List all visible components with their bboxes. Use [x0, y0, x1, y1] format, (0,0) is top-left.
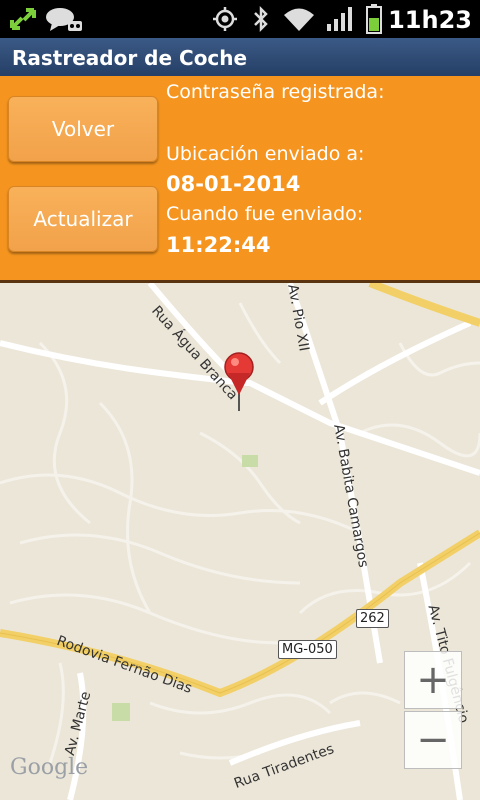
info-panel: Volver Actualizar Contraseña registrada:… [0, 76, 480, 283]
date-value: 08-01-2014 [166, 172, 301, 196]
chat-icon [46, 8, 82, 31]
wifi-icon [284, 8, 314, 31]
map-view[interactable]: Rua Água Branca Av. Pio XII Av. Babita C… [0, 283, 480, 800]
bluetooth-icon [254, 5, 268, 33]
update-button[interactable]: Actualizar [8, 186, 158, 252]
status-bar: 11h23 [0, 0, 480, 38]
usb-sync-icon [10, 8, 36, 30]
location-label: Ubicación enviado a: [166, 143, 365, 165]
when-label: Cuando fue enviado: [166, 203, 364, 225]
zoom-out-button[interactable]: − [404, 711, 462, 769]
signal-icon [327, 7, 352, 31]
route-shield-mg050: MG-050 [278, 640, 337, 659]
app-title: Rastreador de Coche [12, 46, 248, 70]
status-time: 11h23 [388, 6, 472, 34]
google-attribution: Google [10, 755, 89, 780]
time-value: 11:22:44 [166, 233, 271, 257]
gps-icon [213, 7, 237, 31]
password-label: Contraseña registrada: [166, 81, 385, 103]
back-button[interactable]: Volver [8, 96, 158, 162]
battery-icon [366, 4, 382, 34]
app-title-bar: Rastreador de Coche [0, 38, 480, 76]
route-shield-262: 262 [356, 609, 389, 628]
zoom-in-button[interactable]: + [404, 651, 462, 709]
